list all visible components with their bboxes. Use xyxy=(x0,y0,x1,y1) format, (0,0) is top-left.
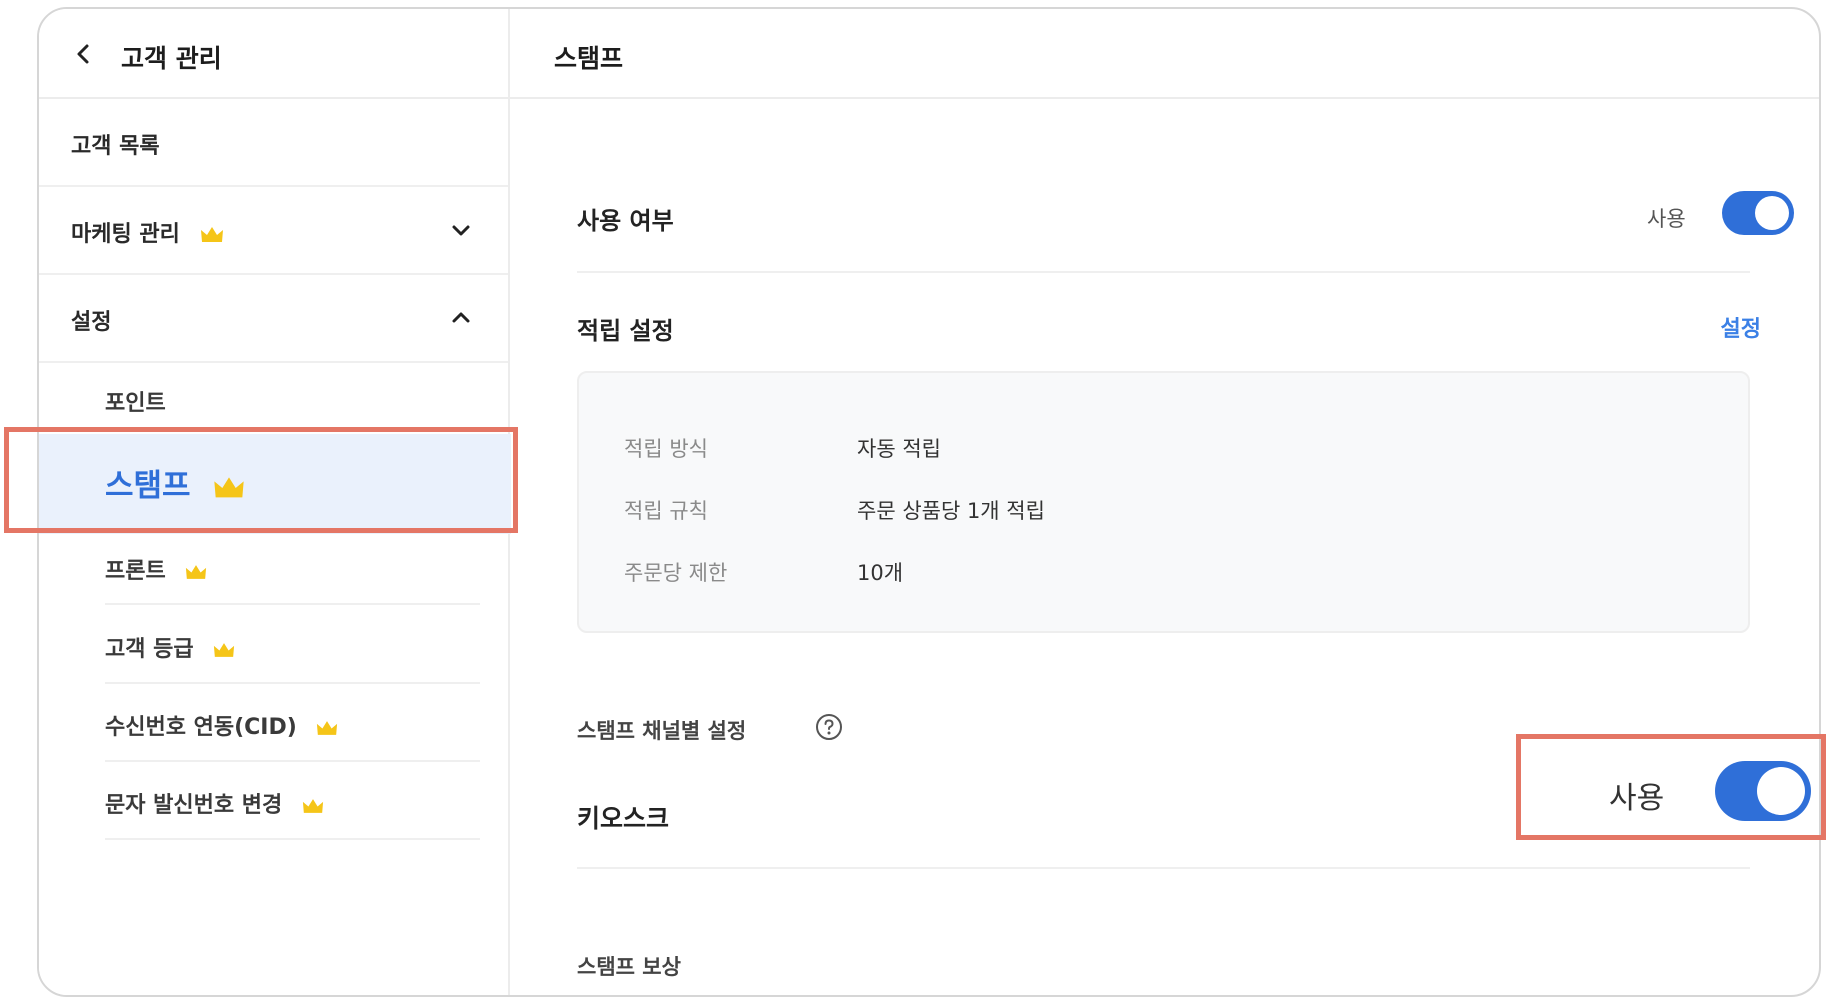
kiosk-toggle[interactable] xyxy=(1715,761,1811,821)
sidebar-subitem-stamp[interactable]: 스탬프 xyxy=(39,434,511,534)
sidebar-header: 고객 관리 xyxy=(39,9,508,99)
crown-icon xyxy=(200,227,223,242)
sidebar-subitem-cid[interactable]: 수신번호 연동(CID) xyxy=(39,683,508,762)
app-window: 고객 관리 고객 목록 마케팅 관리 설정 포인트 스탬프 프론트 고객 등급 … xyxy=(37,7,1821,997)
sidebar-title: 고객 관리 xyxy=(121,44,222,73)
info-value: 주문 상품당 1개 적립 xyxy=(857,499,1045,523)
info-key: 적립 규칙 xyxy=(624,499,708,523)
kiosk-toggle-text: 사용 xyxy=(1609,781,1665,816)
chevron-up-icon[interactable] xyxy=(450,307,472,329)
info-key: 적립 방식 xyxy=(624,437,708,461)
sidebar-item-label: 마케팅 관리 xyxy=(71,216,224,248)
accrual-info-box: 적립 방식 자동 적립 적립 규칙 주문 상품당 1개 적립 주문당 제한 10… xyxy=(577,371,1750,633)
page-title: 스탬프 xyxy=(554,44,624,73)
toggle-knob xyxy=(1755,196,1789,230)
sidebar-subitem-label-text: 프론트 xyxy=(105,559,166,584)
sidebar-subitem-grade[interactable]: 고객 등급 xyxy=(39,605,508,684)
sidebar-subitem-label: 수신번호 연동(CID) xyxy=(105,709,338,741)
sidebar-item-label: 설정 xyxy=(71,310,112,335)
stamp-reward-label: 스탬프 보상 xyxy=(577,955,681,979)
crown-icon xyxy=(214,642,235,657)
main-panel: 스탬프 사용 여부 사용 적립 설정 설정 적립 방식 자동 적립 적립 규칙 … xyxy=(510,9,1819,995)
crown-icon xyxy=(186,564,207,579)
usage-toggle[interactable] xyxy=(1722,191,1794,235)
help-icon[interactable] xyxy=(815,713,843,741)
sidebar-subitem-label-text: 문자 발신번호 변경 xyxy=(105,793,283,818)
sidebar: 고객 관리 고객 목록 마케팅 관리 설정 포인트 스탬프 프론트 고객 등급 … xyxy=(39,9,511,995)
usage-toggle-text: 사용 xyxy=(1647,207,1686,231)
sidebar-item-label-text: 마케팅 관리 xyxy=(71,222,180,247)
sidebar-subitem-label: 고객 등급 xyxy=(105,631,235,663)
sidebar-subitem-point[interactable]: 포인트 xyxy=(39,365,508,431)
info-value: 10개 xyxy=(857,561,904,585)
crown-icon xyxy=(317,720,338,735)
sidebar-item-marketing[interactable]: 마케팅 관리 xyxy=(39,187,508,275)
channel-settings-label: 스탬프 채널별 설정 xyxy=(577,719,747,743)
crown-icon xyxy=(302,798,324,813)
toggle-knob xyxy=(1757,767,1805,815)
sidebar-subitem-sender-number[interactable]: 문자 발신번호 변경 xyxy=(39,761,508,840)
sidebar-subitem-label: 스탬프 xyxy=(105,460,245,505)
sidebar-item-settings[interactable]: 설정 xyxy=(39,275,508,363)
sidebar-subitem-front[interactable]: 프론트 xyxy=(39,539,508,605)
accrual-settings-label: 적립 설정 xyxy=(577,317,674,345)
sidebar-subitem-label: 프론트 xyxy=(105,553,207,585)
crown-icon xyxy=(214,476,245,497)
sidebar-subitem-label-text: 고객 등급 xyxy=(105,637,194,662)
kiosk-label: 키오스크 xyxy=(577,804,670,833)
sidebar-item-customer-list[interactable]: 고객 목록 xyxy=(39,99,508,187)
sidebar-subitem-label-text: 수신번호 연동(CID) xyxy=(105,715,297,740)
divider xyxy=(105,838,480,840)
main-header: 스탬프 xyxy=(510,9,1819,99)
sidebar-subitem-label: 문자 발신번호 변경 xyxy=(105,787,324,819)
chevron-down-icon[interactable] xyxy=(450,219,472,241)
usage-label: 사용 여부 xyxy=(577,207,674,235)
divider xyxy=(577,867,1750,869)
sidebar-subitem-label: 포인트 xyxy=(105,391,166,416)
accrual-settings-link[interactable]: 설정 xyxy=(1721,311,1761,343)
divider xyxy=(577,271,1750,273)
sidebar-item-label: 고객 목록 xyxy=(71,134,160,159)
info-key: 주문당 제한 xyxy=(624,561,728,585)
back-icon[interactable] xyxy=(71,41,97,67)
sidebar-subitem-label-text: 스탬프 xyxy=(105,468,191,504)
info-value: 자동 적립 xyxy=(857,437,941,461)
